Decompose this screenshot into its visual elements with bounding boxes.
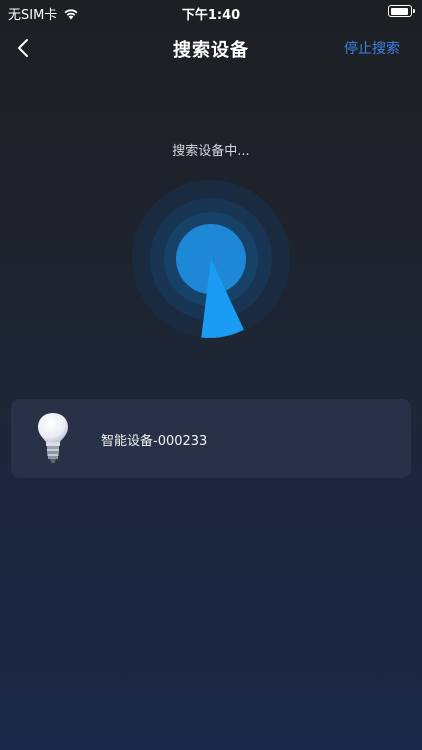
nav-bar: 搜索设备 停止搜索 (0, 28, 422, 68)
radar-animation (132, 180, 290, 338)
searching-status-text: 搜索设备中... (172, 144, 250, 159)
stop-search-button[interactable]: 停止搜索 (344, 38, 400, 58)
light-bulb-icon (38, 413, 68, 463)
status-bar: 无SIM卡 下午1:40 (0, 0, 422, 24)
device-name: 智能设备-000233 (101, 434, 208, 449)
device-list-item[interactable]: 智能设备-000233 (11, 399, 411, 478)
battery-icon (388, 5, 415, 17)
status-time: 下午1:40 (181, 8, 241, 23)
